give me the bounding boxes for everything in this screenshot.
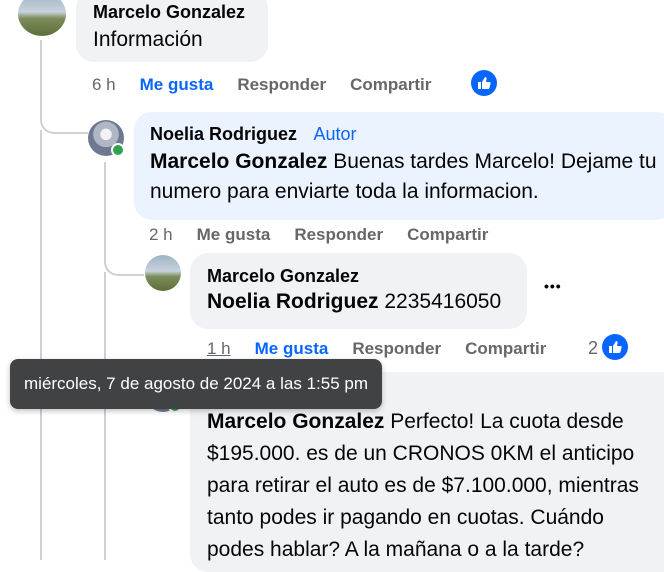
comment-actions: 2 h Me gusta Responder Compartir xyxy=(149,225,512,245)
avatar[interactable] xyxy=(18,0,66,36)
like-button[interactable]: Me gusta xyxy=(140,75,214,95)
reply-button[interactable]: Responder xyxy=(352,339,441,359)
avatar[interactable] xyxy=(145,255,181,291)
comment-text: Marcelo Gonzalez Perfecto! La cuota desd… xyxy=(207,410,639,561)
reply-button[interactable]: Responder xyxy=(294,225,383,245)
comment-time[interactable]: 2 h xyxy=(149,225,173,245)
comment-time[interactable]: 6 h xyxy=(92,75,116,95)
timestamp-tooltip: miércoles, 7 de agosto de 2024 a las 1:5… xyxy=(10,359,382,409)
thread-line xyxy=(40,130,42,560)
author-badge: Autor xyxy=(313,124,357,144)
like-button[interactable]: Me gusta xyxy=(255,339,329,359)
mention[interactable]: Noelia Rodriguez xyxy=(207,290,379,313)
comment-author[interactable]: Marcelo Gonzalez xyxy=(93,2,256,23)
reaction-count[interactable]: 2 xyxy=(588,338,598,359)
share-button[interactable]: Compartir xyxy=(465,339,546,359)
comment-time[interactable]: 1 h xyxy=(207,339,231,359)
like-button[interactable]: Me gusta xyxy=(197,225,271,245)
share-button[interactable]: Compartir xyxy=(350,75,431,95)
comment-actions: 1 h Me gusta Responder Compartir xyxy=(207,339,570,359)
comment-text: Marcelo Gonzalez Buenas tardes Marcelo! … xyxy=(150,150,657,203)
share-button[interactable]: Compartir xyxy=(407,225,488,245)
more-options-icon[interactable]: ••• xyxy=(544,278,562,294)
like-icon[interactable] xyxy=(471,70,497,96)
thread-line xyxy=(104,272,106,560)
reply-button[interactable]: Responder xyxy=(237,75,326,95)
comment-text: Noelia Rodriguez 2235416050 xyxy=(207,290,502,313)
mention[interactable]: Marcelo Gonzalez xyxy=(150,150,327,173)
comment-text: Información xyxy=(93,28,203,51)
online-dot xyxy=(111,143,125,157)
comment-bubble: Marcelo Gonzalez Información xyxy=(76,0,268,62)
comment-bubble: Noelia Rodriguez Autor Marcelo Gonzalez … xyxy=(134,112,664,220)
comment-actions: 6 h Me gusta Responder Compartir xyxy=(92,75,455,95)
like-icon[interactable] xyxy=(602,334,628,360)
comment-author[interactable]: Marcelo Gonzalez xyxy=(207,266,515,287)
mention[interactable]: Marcelo Gonzalez xyxy=(207,410,384,433)
comment-bubble: Marcelo Gonzalez Noelia Rodriguez 223541… xyxy=(190,253,527,329)
comment-author[interactable]: Noelia Rodriguez xyxy=(150,124,297,144)
